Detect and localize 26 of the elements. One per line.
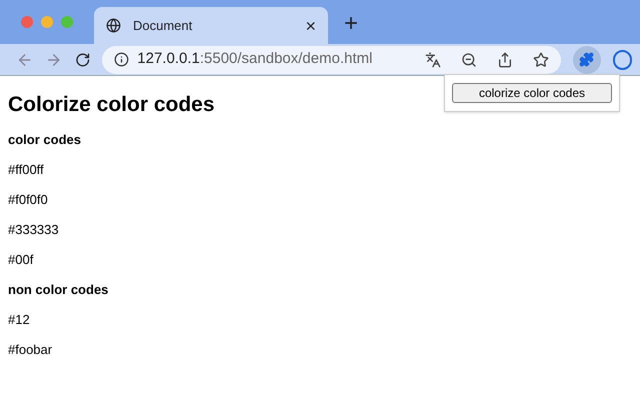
section-heading: non color codes [8, 282, 110, 298]
share-icon[interactable] [497, 52, 514, 68]
code-text: #12 [8, 312, 31, 328]
bookmark-star-icon[interactable] [533, 52, 550, 68]
browser-tab[interactable]: Document × [94, 7, 328, 44]
section-heading: color codes [8, 132, 82, 148]
url-text: 127.0.0.1:5500/sandbox/demo.html [137, 49, 374, 70]
address-bar[interactable]: 127.0.0.1:5500/sandbox/demo.html [102, 46, 562, 74]
code-text: #333333 [8, 222, 60, 238]
code-text: #00f [8, 252, 34, 268]
tab-close-button[interactable]: × [305, 16, 316, 34]
tab-title: Document [133, 16, 194, 35]
page-heading: Colorize color codes [8, 92, 215, 118]
puzzle-icon [579, 52, 594, 67]
new-tab-button[interactable]: + [344, 12, 358, 36]
code-text: #foobar [8, 342, 54, 358]
profile-icon[interactable] [612, 50, 632, 70]
code-text: #ff00ff [8, 162, 45, 178]
translate-icon[interactable] [425, 52, 442, 68]
code-text: #f0f0f0 [8, 192, 49, 208]
colorize-button[interactable]: colorize color codes [452, 83, 612, 103]
extensions-button[interactable] [573, 46, 601, 74]
info-icon [114, 52, 130, 67]
reload-button[interactable] [74, 52, 90, 68]
zoom-out-icon[interactable] [461, 52, 478, 68]
globe-icon [106, 18, 121, 33]
